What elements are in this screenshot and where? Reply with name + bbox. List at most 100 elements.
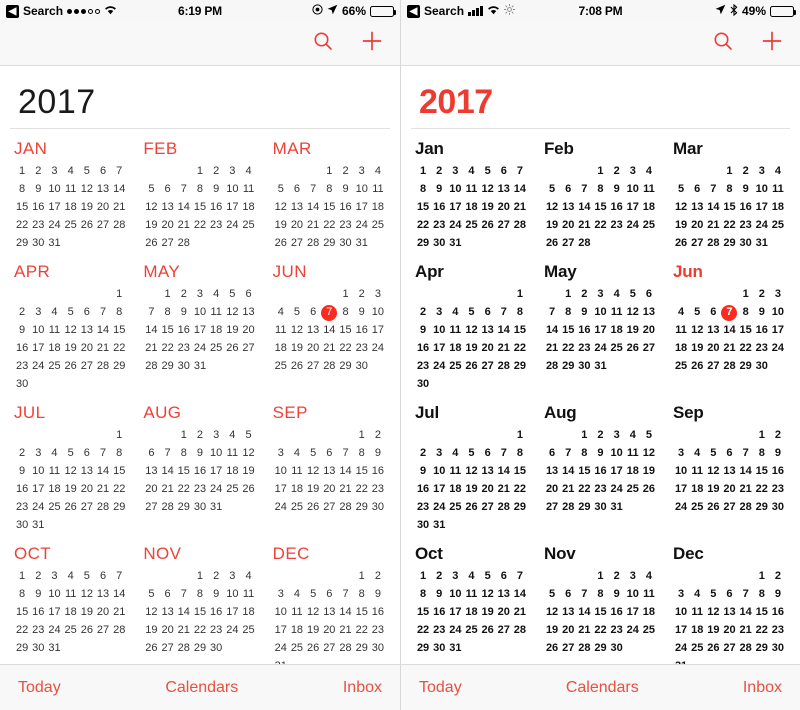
- day-cell[interactable]: 16: [176, 322, 192, 339]
- day-cell[interactable]: 31: [192, 358, 208, 375]
- day-cell[interactable]: 9: [192, 445, 208, 462]
- day-cell[interactable]: 4: [240, 568, 256, 585]
- day-cell[interactable]: 30: [592, 499, 608, 516]
- day-cell[interactable]: 17: [224, 199, 240, 216]
- day-cell[interactable]: 28: [337, 499, 353, 516]
- day-cell[interactable]: 18: [447, 481, 463, 498]
- day-cell[interactable]: 17: [609, 463, 625, 480]
- day-cell[interactable]: 28: [544, 358, 560, 375]
- day-cell[interactable]: 31: [46, 640, 62, 657]
- day-cell[interactable]: 24: [46, 217, 62, 234]
- day-cell[interactable]: 22: [721, 217, 737, 234]
- day-cell[interactable]: 30: [370, 640, 386, 657]
- month-block[interactable]: Oct 1 2 3 4 5 6 7 8 9 10 11 12 13 14 15 16 17 18 19 20 21 22 23…: [409, 544, 534, 664]
- day-cell[interactable]: 25: [240, 217, 256, 234]
- day-cell[interactable]: 4: [273, 304, 289, 321]
- day-cell[interactable]: 18: [240, 604, 256, 621]
- day-cell[interactable]: 15: [354, 604, 370, 621]
- day-cell[interactable]: 17: [673, 622, 689, 639]
- day-cell[interactable]: 30: [770, 640, 786, 657]
- day-cell[interactable]: 22: [14, 217, 30, 234]
- day-cell[interactable]: 7: [111, 163, 127, 180]
- day-cell[interactable]: 24: [273, 499, 289, 516]
- day-cell[interactable]: 24: [447, 217, 463, 234]
- day-cell[interactable]: 1: [111, 286, 127, 303]
- day-cell[interactable]: 27: [689, 235, 705, 252]
- day-cell[interactable]: 26: [463, 358, 479, 375]
- day-cell[interactable]: 20: [143, 481, 159, 498]
- day-cell[interactable]: 13: [321, 604, 337, 621]
- day-cell[interactable]: 26: [79, 217, 95, 234]
- day-cell[interactable]: 2: [208, 163, 224, 180]
- day-cell[interactable]: 31: [609, 499, 625, 516]
- day-cell[interactable]: 3: [673, 445, 689, 462]
- year-header[interactable]: 2017: [411, 66, 790, 129]
- day-cell[interactable]: 26: [641, 481, 657, 498]
- day-cell[interactable]: 31: [447, 235, 463, 252]
- day-cell[interactable]: 23: [770, 481, 786, 498]
- day-cell[interactable]: 30: [609, 640, 625, 657]
- day-cell[interactable]: 12: [79, 181, 95, 198]
- day-cell[interactable]: 16: [431, 604, 447, 621]
- day-cell[interactable]: 8: [754, 586, 770, 603]
- day-cell[interactable]: 21: [576, 217, 592, 234]
- day-cell[interactable]: 14: [512, 181, 528, 198]
- day-cell[interactable]: 19: [705, 622, 721, 639]
- day-cell[interactable]: 6: [321, 445, 337, 462]
- day-cell[interactable]: 2: [30, 163, 46, 180]
- day-cell[interactable]: 16: [14, 481, 30, 498]
- day-cell[interactable]: 5: [544, 586, 560, 603]
- day-cell[interactable]: 28: [337, 640, 353, 657]
- day-cell[interactable]: 2: [609, 568, 625, 585]
- day-cell[interactable]: 21: [544, 340, 560, 357]
- day-cell[interactable]: 16: [192, 463, 208, 480]
- day-cell[interactable]: 6: [240, 286, 256, 303]
- day-cell[interactable]: 16: [754, 322, 770, 339]
- day-cell[interactable]: 27: [321, 640, 337, 657]
- day-cell[interactable]: 14: [305, 199, 321, 216]
- day-cell[interactable]: 5: [625, 286, 641, 303]
- day-cell[interactable]: 25: [63, 217, 79, 234]
- day-cell[interactable]: 5: [63, 445, 79, 462]
- day-cell[interactable]: 4: [641, 163, 657, 180]
- day-cell[interactable]: 26: [289, 358, 305, 375]
- day-cell[interactable]: 17: [447, 604, 463, 621]
- day-cell[interactable]: 5: [79, 568, 95, 585]
- day-cell[interactable]: 7: [738, 586, 754, 603]
- day-cell[interactable]: 25: [689, 499, 705, 516]
- inbox-button[interactable]: Inbox: [343, 679, 382, 697]
- day-cell[interactable]: 7: [95, 445, 111, 462]
- day-cell[interactable]: 28: [496, 358, 512, 375]
- day-cell[interactable]: 21: [111, 199, 127, 216]
- day-cell[interactable]: 26: [240, 481, 256, 498]
- day-cell[interactable]: 13: [560, 604, 576, 621]
- day-cell[interactable]: 23: [337, 217, 353, 234]
- day-cell[interactable]: 17: [447, 199, 463, 216]
- day-cell[interactable]: 22: [321, 217, 337, 234]
- day-cell[interactable]: 30: [754, 358, 770, 375]
- day-cell[interactable]: 3: [30, 304, 46, 321]
- day-cell[interactable]: 21: [512, 199, 528, 216]
- day-cell[interactable]: 11: [46, 322, 62, 339]
- day-cell[interactable]: 7: [512, 163, 528, 180]
- day-cell[interactable]: 20: [321, 481, 337, 498]
- day-cell[interactable]: 6: [95, 568, 111, 585]
- day-cell[interactable]: 18: [770, 199, 786, 216]
- day-cell[interactable]: 5: [273, 181, 289, 198]
- day-cell[interactable]: 23: [14, 499, 30, 516]
- calendars-button[interactable]: Calendars: [462, 679, 743, 697]
- day-cell[interactable]: 8: [560, 304, 576, 321]
- day-cell[interactable]: 1: [354, 427, 370, 444]
- day-cell[interactable]: 13: [544, 463, 560, 480]
- day-cell[interactable]: 2: [770, 568, 786, 585]
- day-cell[interactable]: 31: [354, 235, 370, 252]
- month-block[interactable]: May 1 2 3 4 5 6 7 8 9 10 11 12 13 14 15 16 17 18 19 20 21 22 23…: [538, 262, 663, 393]
- day-cell[interactable]: 15: [192, 199, 208, 216]
- day-cell[interactable]: 19: [224, 322, 240, 339]
- day-cell[interactable]: 31: [592, 358, 608, 375]
- day-cell[interactable]: 16: [576, 322, 592, 339]
- day-cell[interactable]: 25: [641, 217, 657, 234]
- day-cell[interactable]: 31: [754, 235, 770, 252]
- day-cell[interactable]: 15: [321, 199, 337, 216]
- day-cell[interactable]: 12: [273, 199, 289, 216]
